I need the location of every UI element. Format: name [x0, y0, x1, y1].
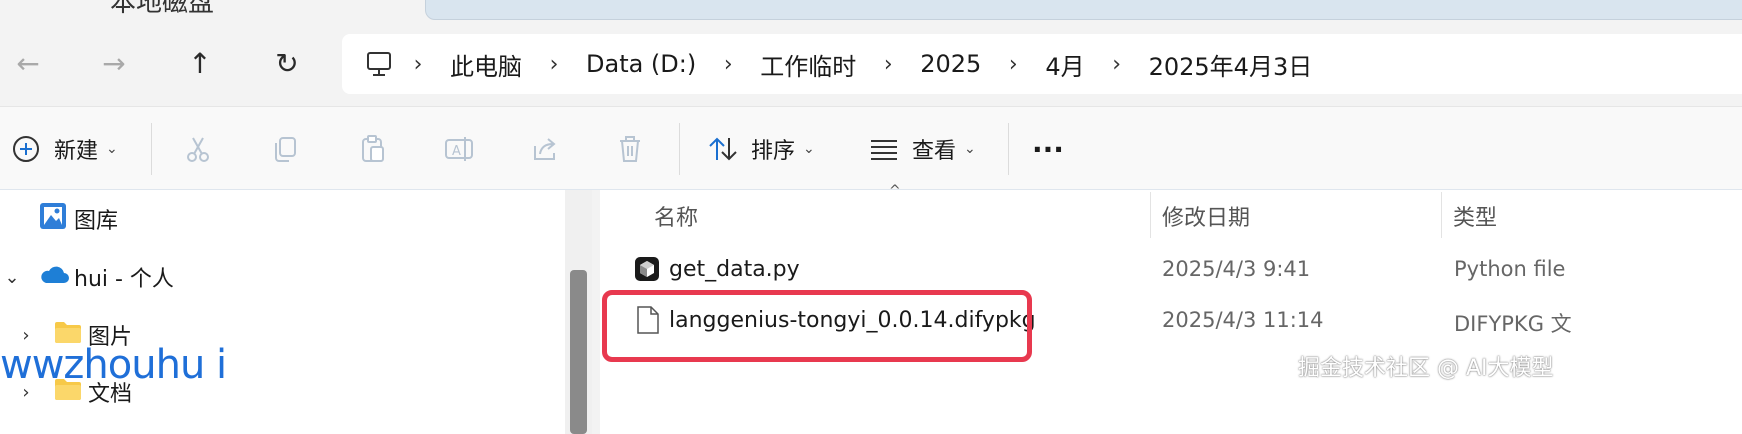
new-button-label: 新建 — [54, 139, 99, 164]
command-bar: 新建 ⌄ A 排序 ⌄ 查看 ⌄ ··· — [0, 106, 1742, 190]
up-button[interactable]: ↑ — [174, 40, 226, 86]
more-options-icon: ··· — [1032, 132, 1064, 166]
refresh-icon: ↻ — [275, 46, 299, 80]
highlight-annotation-box — [602, 290, 1032, 362]
title-strip: 本地磁盘 — [0, 0, 1742, 20]
sidebar-item-label: 图库 — [74, 209, 119, 234]
breadcrumb-2025-4-3[interactable]: 2025年4月3日 — [1141, 47, 1321, 82]
column-separator[interactable] — [1150, 192, 1151, 238]
nav-scrollbar-thumb[interactable] — [570, 270, 587, 434]
file-type: Python file — [1454, 257, 1566, 281]
cut-button[interactable] — [178, 129, 218, 169]
breadcrumb-work-temp[interactable]: 工作临时 — [752, 47, 864, 82]
breadcrumb-april[interactable]: 4月 — [1037, 47, 1092, 82]
active-tab[interactable] — [425, 0, 1742, 20]
chevron-right-icon[interactable]: › — [989, 52, 1037, 77]
view-list-icon — [864, 129, 904, 169]
address-row: ← → ↑ ↻ › 此电脑 › Data (D:) › 工作临时 › 2025 … — [0, 22, 1742, 106]
scissors-icon — [178, 129, 218, 169]
arrow-left-icon: ← — [16, 46, 40, 80]
python-file-icon — [634, 256, 660, 286]
trash-icon — [610, 129, 650, 169]
view-button-label: 查看 — [912, 139, 957, 164]
chevron-right-icon[interactable]: › — [394, 52, 442, 77]
address-bar[interactable]: › 此电脑 › Data (D:) › 工作临时 › 2025 › 4月 › 2… — [342, 34, 1742, 94]
column-header-name[interactable]: 名称 — [654, 200, 698, 232]
arrow-up-icon: ↑ — [188, 46, 212, 80]
breadcrumb-2025[interactable]: 2025 — [912, 50, 989, 78]
sort-arrows-icon — [703, 129, 743, 169]
computer-icon — [364, 49, 394, 79]
copy-button[interactable] — [265, 129, 305, 169]
sidebar-item-onedrive[interactable]: ⌄ hui - 个人 — [0, 257, 174, 297]
more-options-button[interactable]: ··· — [1032, 129, 1064, 169]
file-modified: 2025/4/3 11:14 — [1162, 308, 1324, 332]
forward-button[interactable]: → — [88, 40, 140, 86]
onedrive-cloud-icon — [38, 263, 70, 291]
file-type: DIFYPKG 文 — [1454, 312, 1572, 336]
breadcrumb-data-drive[interactable]: Data (D:) — [578, 50, 704, 78]
chevron-down-icon: ⌄ — [803, 141, 815, 157]
view-button[interactable]: 查看 ⌄ — [864, 129, 976, 169]
clipboard-icon — [352, 129, 392, 169]
sidebar-item-gallery[interactable]: 图库 — [38, 199, 118, 239]
back-button[interactable]: ← — [2, 40, 54, 86]
watermark-right: 掘金技术社区 @ AI大模型 — [1298, 356, 1554, 381]
delete-button[interactable] — [610, 129, 650, 169]
chevron-down-icon: ⌄ — [964, 141, 976, 157]
column-header-type[interactable]: 类型 — [1453, 200, 1497, 232]
chevron-down-icon: ⌄ — [106, 141, 118, 157]
sidebar-item-label: hui - 个人 — [74, 267, 174, 292]
copy-icon — [265, 129, 305, 169]
chevron-right-icon[interactable]: › — [704, 52, 752, 77]
plus-circle-icon — [6, 129, 46, 169]
share-icon — [525, 129, 565, 169]
svg-text:A: A — [452, 144, 461, 159]
paste-button[interactable] — [352, 129, 392, 169]
divider — [1008, 123, 1009, 175]
divider — [679, 123, 680, 175]
column-header-modified[interactable]: 修改日期 — [1162, 200, 1250, 232]
chevron-right-icon[interactable]: › — [530, 52, 578, 77]
sort-caret-icon: ^ — [889, 183, 901, 199]
window-title: 本地磁盘 — [110, 0, 215, 18]
chevron-down-icon[interactable]: ⌄ — [0, 267, 24, 288]
sort-button-label: 排序 — [751, 139, 796, 164]
column-separator[interactable] — [1441, 192, 1442, 238]
file-name[interactable]: get_data.py — [669, 257, 800, 282]
sort-button[interactable]: 排序 ⌄ — [703, 129, 815, 169]
breadcrumb-this-pc[interactable]: 此电脑 — [442, 47, 530, 82]
rename-icon: A — [439, 129, 479, 169]
chevron-right-icon[interactable]: › — [864, 52, 912, 77]
file-modified: 2025/4/3 9:41 — [1162, 257, 1311, 281]
share-button[interactable] — [525, 129, 565, 169]
watermark-left: wwzhouhu i — [0, 342, 227, 388]
divider — [151, 123, 152, 175]
new-button[interactable]: 新建 ⌄ — [6, 129, 118, 169]
rename-button[interactable]: A — [439, 129, 479, 169]
arrow-right-icon: → — [102, 46, 126, 80]
chevron-right-icon[interactable]: › — [1093, 52, 1141, 77]
gallery-icon — [38, 201, 68, 237]
refresh-button[interactable]: ↻ — [261, 40, 313, 86]
